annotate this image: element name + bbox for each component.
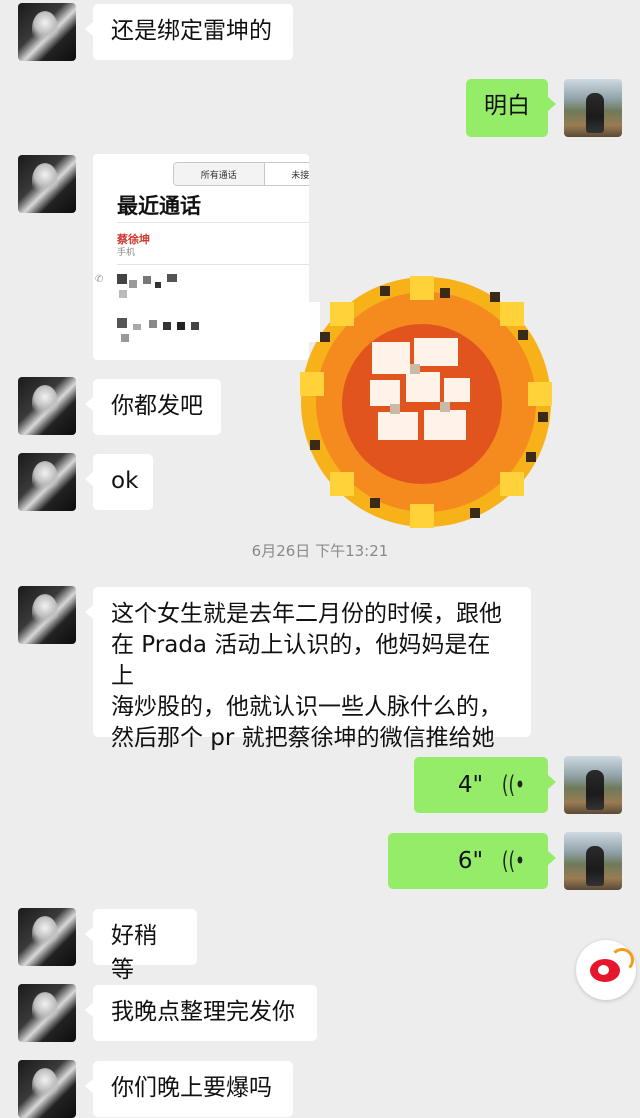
tab-missed-calls: 未接来电 — [291, 170, 309, 181]
contact-avatar[interactable] — [18, 1060, 76, 1118]
message-text: ok — [111, 468, 139, 494]
contact-avatar[interactable] — [18, 908, 76, 966]
tab-all-calls: 所有通话 — [174, 163, 265, 185]
call-log-tabs: 所有通话 未接来电 — [173, 162, 309, 186]
contact-avatar[interactable] — [18, 3, 76, 61]
message-text: 明白 — [484, 93, 530, 119]
message-text-line: 然后那个 pr 就把蔡徐坤的微信推给她 — [111, 725, 495, 751]
message-bubble-outgoing[interactable]: 明白 — [466, 79, 556, 137]
contact-avatar[interactable] — [18, 377, 76, 435]
contact-avatar[interactable] — [18, 984, 76, 1042]
voice-message-bubble[interactable]: 4" ((• — [414, 757, 556, 813]
chat-timestamp: 6月26日 下午13:21 — [251, 542, 389, 560]
contact-avatar[interactable] — [18, 453, 76, 511]
mosaic-sticker-image[interactable] — [290, 272, 562, 532]
message-text: 好稍等 — [111, 923, 157, 983]
message-text: 我晚点整理完发你 — [111, 999, 295, 1025]
weibo-logo-icon — [576, 940, 636, 1000]
voice-wave-icon: ((• — [502, 771, 526, 799]
contact-avatar[interactable] — [18, 155, 76, 213]
phone-icon: ✆ — [95, 274, 104, 285]
message-text: 你们晚上要爆吗 — [111, 1075, 272, 1101]
my-avatar[interactable] — [564, 79, 622, 137]
call-log-screenshot-image[interactable]: 所有通话 未接来电 最近通话 蔡徐坤 手机 ✆ — [93, 154, 309, 360]
message-bubble[interactable]: 还是绑定雷坤的 — [85, 4, 293, 60]
message-bubble[interactable]: 我晚点整理完发你 — [85, 985, 317, 1041]
message-text: 你都发吧 — [111, 393, 203, 419]
voice-wave-icon: ((• — [502, 847, 526, 875]
message-text: 还是绑定雷坤的 — [111, 18, 272, 44]
voice-message-bubble[interactable]: 6" ((• — [388, 833, 556, 889]
caller-type: 手机 — [117, 248, 136, 258]
message-text-line: 这个女生就是去年二月份的时候，跟他 — [111, 601, 502, 627]
message-bubble[interactable]: 这个女生就是去年二月份的时候，跟他 在 Prada 活动上认识的，他妈妈是在上 … — [85, 587, 531, 751]
message-text-line: 在 Prada 活动上认识的，他妈妈是在上 — [111, 632, 491, 689]
voice-duration: 6" — [457, 848, 484, 874]
my-avatar[interactable] — [564, 756, 622, 814]
call-log-title: 最近通话 — [117, 194, 201, 218]
sticker-graphic — [290, 276, 552, 528]
message-bubble[interactable]: 你都发吧 — [85, 379, 221, 435]
contact-avatar[interactable] — [18, 586, 76, 644]
message-bubble[interactable]: 好稍等 — [85, 909, 197, 983]
my-avatar[interactable] — [564, 832, 622, 890]
voice-duration: 4" — [457, 772, 484, 798]
message-text-line: 海炒股的，他就认识一些人脉什么的， — [111, 694, 502, 720]
message-bubble[interactable]: ok — [85, 454, 153, 510]
